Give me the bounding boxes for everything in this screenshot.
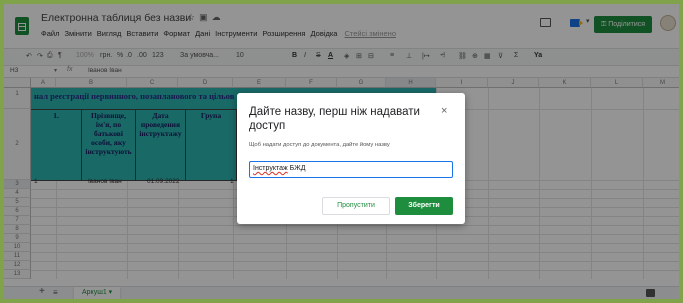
skip-button[interactable]: Пропустити (322, 197, 390, 215)
sheets-window: Електронна таблиця без назви ☆▣☁ Файл Змі… (4, 4, 679, 299)
dialog-description: Щоб надати доступ до документа, дайте йо… (249, 142, 390, 148)
input-text-rest: БЖД (287, 165, 306, 172)
name-before-share-dialog: Дайте назву, перш ніж надавати доступ × … (237, 93, 465, 224)
document-name-input[interactable]: Інструктаж БЖД (249, 161, 453, 178)
dialog-title: Дайте назву, перш ніж надавати доступ (249, 106, 420, 132)
misspelled-word: Інструктаж (253, 165, 288, 172)
close-icon[interactable]: × (441, 105, 447, 117)
save-button[interactable]: Зберегти (395, 197, 453, 215)
